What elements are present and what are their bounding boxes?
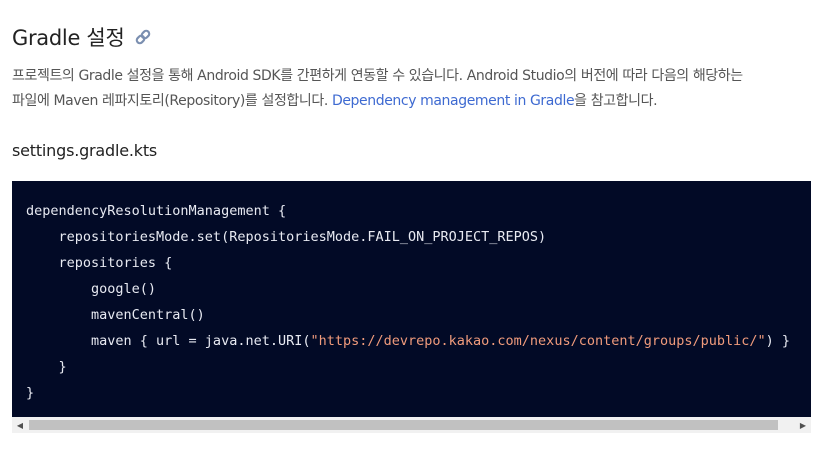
description-line-2: 파일에 Maven 레파지토리(Repository)를 설정합니다. Depe…	[12, 89, 818, 114]
code-line: repositoriesMode.set(RepositoriesMode.FA…	[26, 229, 547, 245]
description-line-1: 프로젝트의 Gradle 설정을 통해 Android SDK를 간편하게 연동…	[12, 68, 743, 84]
code-line: }	[26, 385, 35, 401]
link-icon[interactable]	[132, 26, 154, 48]
code-line: google()	[26, 281, 157, 297]
scroll-left-arrow[interactable]: ◀	[12, 417, 28, 433]
code-line: }	[26, 359, 67, 375]
code-block[interactable]: dependencyResolutionManagement { reposit…	[12, 181, 811, 417]
code-string-url: "https://devrepo.kakao.com/nexus/content…	[310, 333, 766, 349]
code-maven-prefix: maven { url = java.net.URI(	[26, 333, 311, 349]
code-content[interactable]: dependencyResolutionManagement { reposit…	[26, 198, 790, 406]
scroll-right-arrow[interactable]: ▶	[795, 417, 811, 433]
code-line-maven: maven { url = java.net.URI("https://devr…	[26, 328, 790, 354]
gradle-dependency-link[interactable]: Dependency management in Gradle	[332, 93, 575, 109]
section-title: Gradle 설정	[12, 26, 125, 50]
code-line: dependencyResolutionManagement {	[26, 203, 287, 219]
section-description: 프로젝트의 Gradle 설정을 통해 Android SDK를 간편하게 연동…	[12, 64, 818, 114]
code-line: mavenCentral()	[26, 307, 205, 323]
scrollbar-thumb[interactable]	[29, 420, 778, 430]
description-text: 파일에 Maven 레파지토리(Repository)를 설정합니다.	[12, 93, 332, 109]
section-heading: Gradle 설정	[12, 22, 154, 52]
code-filename: settings.gradle.kts	[12, 141, 158, 160]
code-line: repositories {	[26, 255, 173, 271]
link-icon-glyph	[136, 29, 151, 45]
horizontal-scrollbar[interactable]: ◀ ▶	[12, 417, 811, 433]
description-suffix: 을 참고합니다.	[574, 93, 658, 109]
code-maven-suffix: ) }	[765, 333, 791, 349]
